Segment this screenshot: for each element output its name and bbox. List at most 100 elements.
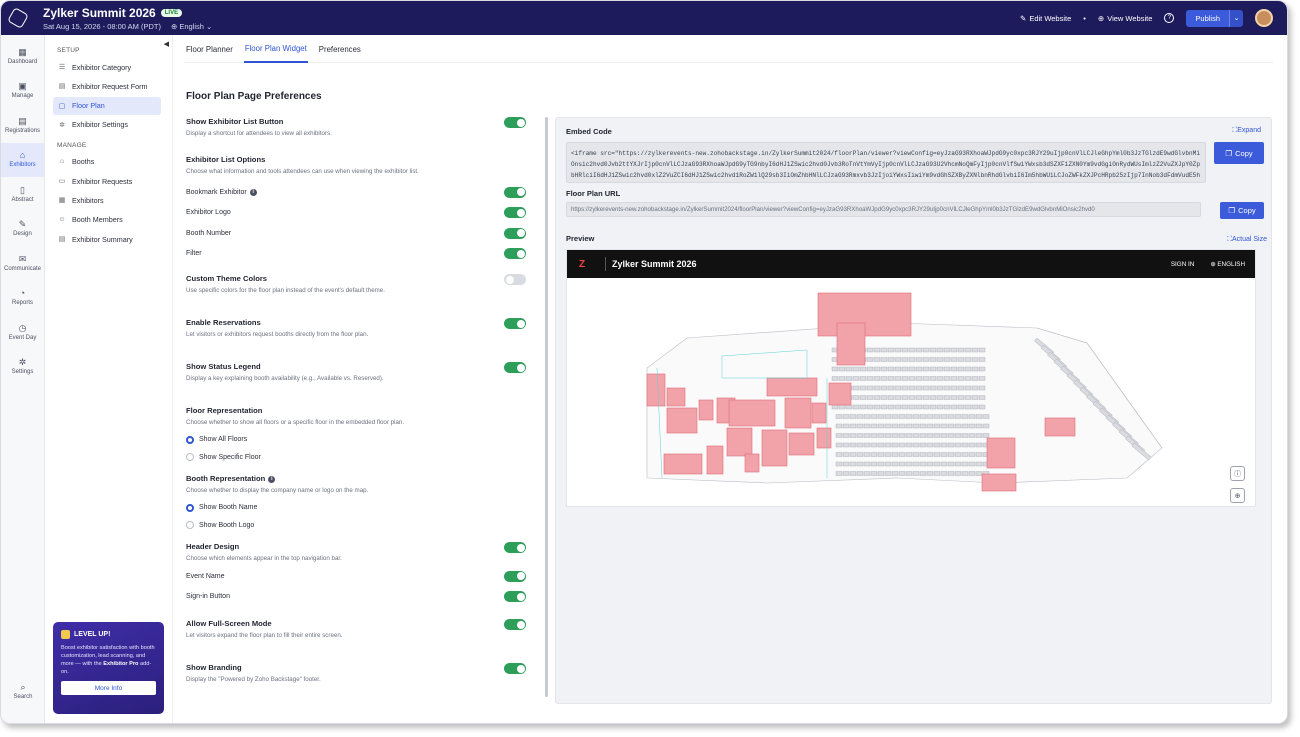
rail-item-registrations[interactable]: ▤ Registrations (1, 108, 44, 143)
tab-floor-plan-widget[interactable]: Floor Plan Widget (243, 35, 308, 63)
info-icon[interactable]: i (249, 188, 257, 196)
subnav-item-exhibitor-settings[interactable]: ✲ Exhibitor Settings (53, 116, 161, 134)
radio-show-all-floors[interactable]: Show All Floors (186, 431, 526, 449)
booth (943, 357, 951, 362)
map-zoom-icon[interactable]: ⊕ (1230, 488, 1245, 503)
booth (877, 442, 885, 448)
copy-url-button[interactable]: ❐ Copy (1220, 202, 1264, 219)
booth (863, 414, 871, 419)
booth (922, 357, 930, 362)
booth (915, 357, 923, 362)
exhibitor-summary-icon: ▤ (58, 236, 66, 244)
full-screen-mode-toggle[interactable] (504, 619, 526, 630)
embed-code-box[interactable]: <iframe src="https://zylkerevents-new.zo… (566, 142, 1206, 183)
help-icon[interactable]: ? (1164, 13, 1175, 23)
collapse-sidebar-icon[interactable]: ◀ (164, 40, 169, 48)
booth (856, 442, 864, 448)
radio-show-booth-logo[interactable]: Show Booth Logo (186, 517, 526, 535)
edit-website-link[interactable]: ✎ Edit Website (1020, 14, 1071, 23)
rail-item-reports[interactable]: ◔ Reports (1, 281, 44, 316)
filter-toggle[interactable] (504, 248, 526, 259)
subnav-item-exhibitors[interactable]: ▦ Exhibitors (53, 191, 161, 209)
top-bar: Zylker Summit 2026 LIVE Sat Aug 15, 2026… (1, 1, 1287, 35)
floor-plan-map[interactable] (567, 278, 1255, 507)
preview-header: Z Zylker Summit 2026 SIGN IN ⊕ ENGLISH (567, 250, 1255, 278)
enable-reservations-toggle[interactable] (504, 318, 526, 329)
subnav-item-exhibitor-category[interactable]: ☰ Exhibitor Category (53, 58, 161, 76)
actual-size-link[interactable]: ⛶Actual Size (1227, 236, 1267, 244)
booth (929, 357, 937, 362)
booth (887, 385, 895, 391)
rail-item-exhibitors[interactable]: ⌂ Exhibitors (1, 142, 44, 177)
preview-sign-in[interactable]: SIGN IN (1171, 261, 1194, 268)
radio-show-specific-floor[interactable]: Show Specific Floor (186, 449, 526, 467)
header-design-toggle[interactable] (504, 542, 526, 553)
booth (940, 442, 948, 448)
backstage-logo-icon[interactable] (1, 1, 35, 35)
booth (849, 433, 857, 438)
sign-in-button-toggle[interactable] (504, 591, 526, 602)
booth (849, 452, 857, 457)
settings-icon: ✲ (18, 357, 27, 368)
preview-language[interactable]: ⊕ ENGLISH (1210, 261, 1245, 268)
booth (884, 433, 892, 438)
expand-link[interactable]: ⛶Expand (1232, 127, 1261, 135)
pref-show-exhibitor-list: Show Exhibitor List Button Display a sho… (186, 117, 526, 155)
status-legend-toggle[interactable] (504, 362, 526, 373)
preferences-scrollbar[interactable] (545, 117, 548, 697)
copy-embed-button[interactable]: ❐ Copy (1214, 142, 1264, 164)
pref-status-legend: Show Status Legend Display a key explain… (186, 362, 526, 406)
floor-plan-url-field[interactable]: https://zylkerevents-new.zohobackstage.i… (566, 202, 1201, 217)
booth (908, 376, 916, 381)
booth (975, 414, 983, 419)
tab-floor-planner[interactable]: Floor Planner (185, 35, 234, 63)
rail-item-communicate[interactable]: ✉ Communicate (1, 246, 44, 281)
rail-item-abstract[interactable]: ▯ Abstract (1, 177, 44, 212)
exhibitor-logo-toggle[interactable] (504, 207, 526, 218)
booth (912, 452, 920, 457)
rail-item-dashboard[interactable]: ▦ Dashboard (1, 39, 44, 74)
booth (954, 442, 962, 448)
user-avatar[interactable] (1255, 9, 1273, 27)
custom-theme-colors-toggle[interactable] (504, 274, 526, 285)
booth (884, 452, 892, 457)
map-info-icon[interactable]: ⓘ (1230, 466, 1245, 481)
booth (978, 395, 986, 400)
event-name-toggle[interactable] (504, 570, 526, 582)
booth (936, 357, 944, 362)
publish-dropdown-chevron-icon[interactable]: ⌄ (1229, 9, 1243, 27)
manage-icon: ▣ (18, 81, 27, 92)
rail-item-design[interactable]: ✎ Design (1, 212, 44, 247)
booth (845, 404, 853, 410)
booth (842, 442, 850, 448)
booth (849, 442, 857, 448)
subnav-item-booth-members[interactable]: ☺ Booth Members (53, 211, 161, 229)
option-event-name: Event Name (186, 566, 526, 587)
subnav-item-exhibitor-requests[interactable]: ▭ Exhibitor Requests (53, 172, 161, 190)
exhibitor-category-icon: ☰ (58, 64, 66, 71)
tab-preferences[interactable]: Preferences (318, 35, 362, 63)
communicate-icon: ✉ (18, 253, 27, 264)
booth (971, 385, 979, 391)
booth (884, 461, 892, 467)
subnav-item-booths[interactable]: ⌂ Booths (53, 153, 161, 171)
subnav-item-exhibitor-request-form[interactable]: ▤ Exhibitor Request Form (53, 77, 161, 95)
show-branding-toggle[interactable] (504, 663, 526, 674)
radio-show-booth-name[interactable]: Show Booth Name (186, 499, 526, 517)
booth (947, 414, 955, 419)
view-website-link[interactable]: ⊕ View Website (1098, 14, 1152, 23)
rail-item-manage[interactable]: ▣ Manage (1, 74, 44, 109)
show-exhibitor-list-toggle[interactable] (504, 117, 526, 128)
more-info-button[interactable]: More Info (61, 681, 156, 696)
language-selector[interactable]: ⊕ English ⌄ (171, 22, 212, 31)
bookmark-exhibitor-toggle[interactable] (504, 186, 526, 198)
publish-button[interactable]: Publish (1186, 9, 1229, 27)
subnav-item-floor-plan[interactable]: ▢ Floor Plan (53, 96, 161, 115)
info-icon[interactable]: i (268, 475, 276, 483)
rail-item-event-day[interactable]: ◷ Event Day (1, 315, 44, 350)
rail-search[interactable]: ⌕ Search (1, 675, 45, 710)
subnav-item-exhibitor-summary[interactable]: ▤ Exhibitor Summary (53, 230, 161, 248)
booth-number-toggle[interactable] (504, 227, 526, 239)
zylker-logo-icon: Z (578, 258, 586, 270)
rail-item-settings[interactable]: ✲ Settings (1, 350, 44, 385)
